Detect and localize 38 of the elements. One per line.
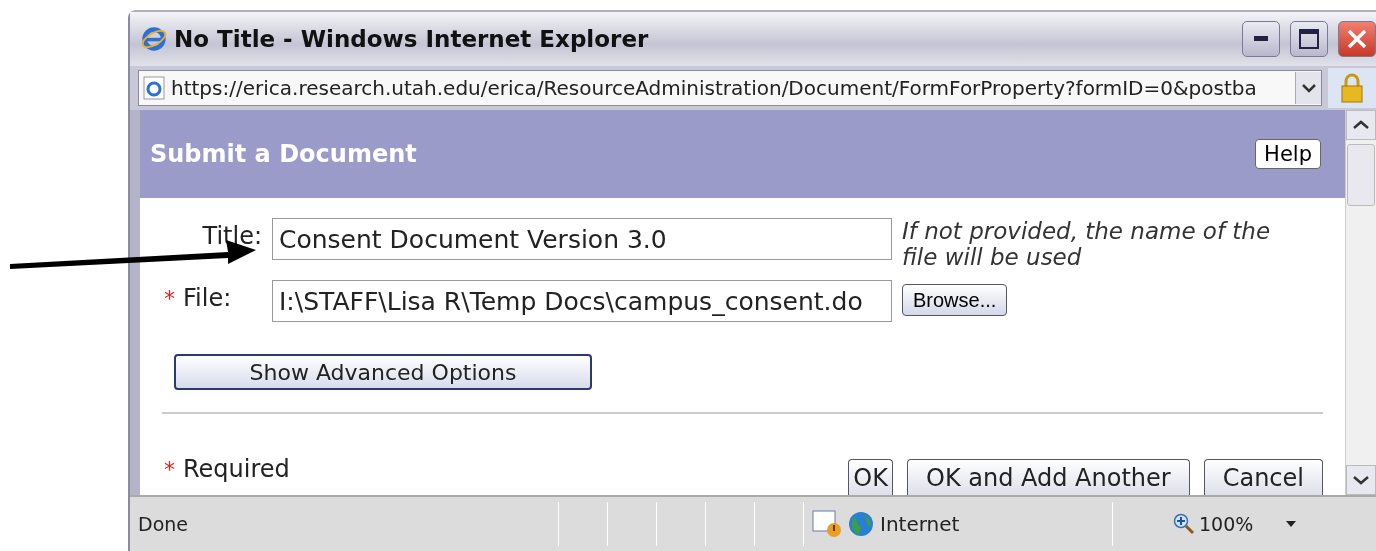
status-text: Done bbox=[137, 513, 189, 535]
title-field[interactable]: Consent Document Version 3.0 bbox=[272, 218, 892, 260]
help-button[interactable]: Help bbox=[1255, 139, 1321, 169]
zoom-control[interactable]: 100% bbox=[1112, 502, 1298, 546]
security-zone-text: Internet bbox=[880, 512, 960, 536]
window-title: No Title - Windows Internet Explorer bbox=[174, 26, 650, 52]
maximize-icon bbox=[1299, 29, 1319, 49]
minimize-icon bbox=[1254, 36, 1268, 42]
url-text: https://erica.research.utah.edu/erica/ResourceAdministration/Document/FormForProperty?formID=0&postba bbox=[171, 76, 1258, 100]
page-icon bbox=[143, 76, 165, 100]
close-button[interactable] bbox=[1338, 21, 1376, 57]
globe-icon bbox=[848, 511, 874, 537]
browse-button[interactable]: Browse... bbox=[902, 284, 1008, 316]
ok-button[interactable]: OK bbox=[848, 459, 893, 495]
required-mark: * bbox=[164, 456, 175, 482]
scroll-down-icon[interactable] bbox=[1353, 475, 1369, 485]
dialog-title: Submit a Document bbox=[150, 140, 417, 168]
close-icon bbox=[1347, 29, 1367, 49]
caret-icon[interactable] bbox=[1285, 520, 1298, 528]
scrollbar-thumb[interactable] bbox=[1347, 144, 1375, 206]
chevron-down-icon bbox=[1301, 83, 1316, 93]
field-label: Title: bbox=[202, 221, 262, 250]
required-legend: Required bbox=[183, 455, 290, 483]
browser-logo-icon bbox=[140, 25, 168, 53]
advanced-options-button[interactable]: Show Advanced Options bbox=[174, 354, 592, 390]
required-mark: * bbox=[164, 285, 175, 311]
address-field[interactable]: https://erica.research.utah.edu/erica/ResourceAdministration/Document/FormForProperty?formID=0&postba bbox=[138, 70, 1322, 106]
scroll-up-icon[interactable] bbox=[1353, 120, 1369, 130]
zoom-icon bbox=[1173, 513, 1195, 535]
file-path-field[interactable]: I:\STAFF\Lisa R\Temp Docs\campus_consent.do bbox=[272, 280, 892, 322]
dropdown-button[interactable] bbox=[1295, 72, 1321, 104]
field-label: File: bbox=[183, 284, 232, 312]
hint-text: If not provided, the name of the file will be used bbox=[902, 218, 1272, 270]
ok-and-add-another-button[interactable]: OK and Add Another bbox=[907, 459, 1190, 495]
maximize-button[interactable] bbox=[1290, 21, 1328, 57]
cancel-button[interactable]: Cancel bbox=[1203, 459, 1323, 495]
scrollbar[interactable] bbox=[1345, 110, 1376, 495]
minimize-button[interactable] bbox=[1242, 21, 1280, 57]
